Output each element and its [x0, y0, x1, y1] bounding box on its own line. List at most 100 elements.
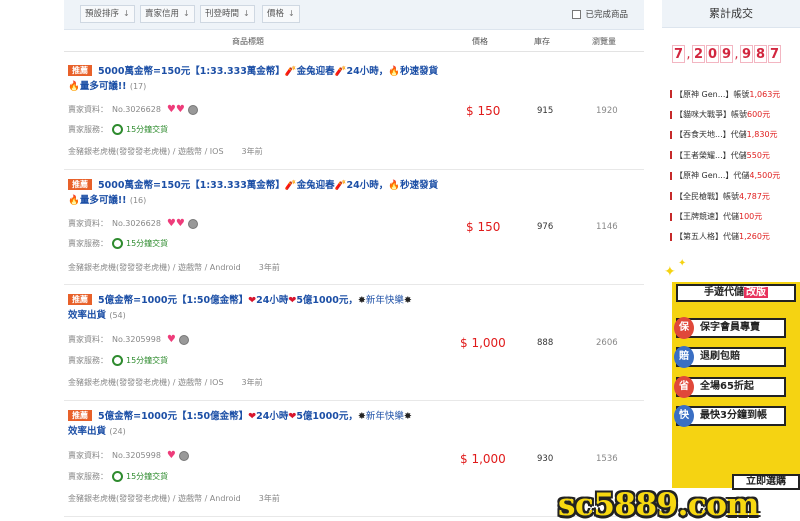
seller-number[interactable]: No.3205998 — [112, 451, 161, 460]
seller-number[interactable]: No.3026628 — [112, 219, 161, 228]
fire-icon: 🔥 — [68, 81, 80, 92]
title-part: 5億金幣=1000元【1:50億金幣】 — [98, 411, 249, 422]
listing-title-link[interactable]: 推薦 5億金幣=1000元【1:50億金幣】❤24小時❤5億1000元，✸新年快樂… — [68, 409, 440, 439]
txn-game: 【王牌競速】 — [675, 212, 723, 222]
title-part: 24小時 — [256, 411, 289, 422]
transaction-item[interactable]: 【吞食天地...】 代儲 1,830元 — [670, 125, 800, 145]
counter-digit: 7 — [768, 45, 781, 63]
sales-count: (24) — [109, 427, 126, 436]
sort-default-button[interactable]: 預設排序 ↓ — [80, 5, 135, 23]
posted-ago: 3年前 — [258, 263, 280, 272]
heart-icon: ❤ — [248, 411, 257, 422]
arrow-down-icon: ↓ — [243, 9, 250, 18]
feature-text: 保字會員專賣 — [700, 322, 760, 333]
completed-checkbox[interactable] — [572, 9, 582, 19]
clock-icon — [112, 471, 123, 482]
sort-bar: 預設排序 ↓ 賣家信用 ↓ 刊登時間 ↓ 價格 ↓ 已完成商品 — [64, 0, 644, 30]
col-title: 商品標題 — [232, 37, 264, 46]
seller-info: 賣家資料： No.3205998 ♥ — [68, 450, 189, 461]
transaction-item[interactable]: 【王牌競速】 代儲 100元 — [670, 206, 800, 226]
table-row[interactable]: 推薦 5億金幣=1000元【1:50億金幣】❤24小時❤5億1000元，✸新年快樂… — [64, 285, 644, 401]
firecracker-icon: 🧨 — [334, 66, 347, 77]
sort-price-button[interactable]: 價格 ↓ — [262, 5, 300, 23]
promo-banner[interactable]: ✦ ✦ 手遊代儲 改版 保保字會員專賣 賠退刷包賠 省全場65折起 快最快3分鐘到… — [662, 258, 800, 490]
seller-service-label: 賣家服務： — [68, 356, 108, 365]
title-part: 效率出貨 — [68, 310, 107, 321]
completed-filter[interactable]: 已完成商品 — [572, 8, 628, 20]
feature-badge: 賠 — [674, 346, 694, 368]
sort-label: 刊登時間 — [205, 9, 240, 19]
counter-digit: 2 — [692, 45, 705, 63]
listing-title-link[interactable]: 推薦 5億金幣=1000元【1:50億金幣】❤24小時❤5億1000元，✸新年快樂… — [68, 293, 440, 323]
price: $ 1,000 — [460, 336, 506, 350]
counter-digit: 7 — [672, 45, 685, 63]
txn-amount: 600元 — [747, 110, 771, 120]
transaction-item[interactable]: 【王者榮耀...】 代儲 550元 — [670, 145, 800, 165]
txn-game: 【王者榮耀...】 — [675, 150, 731, 160]
sort-date-button[interactable]: 刊登時間 ↓ — [200, 5, 255, 23]
heart-rating-icon: ♥ — [166, 450, 176, 461]
arrow-down-icon: ↓ — [288, 9, 295, 18]
clock-icon — [112, 238, 123, 249]
posted-ago: 3年前 — [258, 494, 280, 503]
posted-ago: 3年前 — [241, 378, 263, 387]
firecracker-icon: 🧨 — [284, 66, 297, 77]
burst-icon: ✸ — [403, 411, 412, 422]
seller-info: 賣家資料： No.3026628 ♥♥ — [68, 218, 198, 229]
transaction-item[interactable]: 【貓咪大戰爭】 帳號 600元 — [670, 104, 800, 124]
recommend-badge: 推薦 — [68, 65, 92, 76]
category-path[interactable]: 金豬銀老虎機(發發發老虎機) / 遊戲幣 / IOS — [68, 378, 224, 387]
title-part: 24小時， — [346, 66, 389, 77]
category-path[interactable]: 金豬銀老虎機(發發發老虎機) / 遊戲幣 / Android — [68, 263, 241, 272]
transaction-item[interactable]: 【全民槍戰】 帳號 4,787元 — [670, 186, 800, 206]
banner-feature: 賠退刷包賠 — [674, 346, 786, 368]
bullet-bar — [670, 171, 672, 180]
face-icon — [187, 104, 198, 115]
counter-separator: , — [734, 47, 739, 62]
txn-amount: 4,500元 — [749, 171, 781, 181]
seller-service-label: 賣家服務： — [68, 472, 108, 481]
fire-icon: 🔥 — [388, 180, 401, 191]
delivery-text: 15分鐘交貨 — [126, 239, 169, 248]
heart-icon: ❤ — [248, 295, 257, 306]
title-part: 新年快樂 — [365, 295, 404, 306]
txn-amount: 100元 — [739, 212, 763, 222]
transaction-item[interactable]: 【第五人格】 代儲 1,260元 — [670, 227, 800, 247]
txn-type: 代儲 — [730, 150, 747, 160]
recent-transactions: 【原神 Gen...】 帳號 1,063元 【貓咪大戰爭】 帳號 600元 【吞食天地.… — [670, 84, 800, 247]
transaction-item[interactable]: 【原神 Gen...】 帳號 1,063元 — [670, 84, 800, 104]
category-path[interactable]: 金豬銀老虎機(發發發老虎機) / 遊戲幣 / IOS — [68, 147, 224, 156]
table-row[interactable]: 推薦 5000萬金幣=150元【1:33.333萬金幣】🧨金兔迎春🧨24小時，🔥秒… — [64, 170, 644, 285]
txn-amount: 1,260元 — [739, 232, 770, 242]
banner-feature: 快最快3分鐘到帳 — [674, 405, 786, 427]
title-part: 5億1000元， — [296, 411, 358, 422]
col-views: 瀏覽量 — [592, 37, 616, 46]
title-part: 量多可議!! — [79, 81, 127, 92]
seller-number[interactable]: No.3026628 — [112, 105, 161, 114]
counter-digit: 9 — [720, 45, 733, 63]
listing-panel: 預設排序 ↓ 賣家信用 ↓ 刊登時間 ↓ 價格 ↓ 已完成商品 商品標題 價格 庫存 瀏… — [64, 0, 644, 521]
txn-type: 帳號 — [733, 89, 750, 99]
title-part: 秒速發貨 — [400, 180, 439, 191]
title-part: 24小時， — [346, 180, 389, 191]
recommend-badge: 推薦 — [68, 294, 92, 305]
table-row[interactable]: 推薦 5億金幣=1000元【1:50億金幣】❤24小時❤5億1000元，✸新年快樂… — [64, 401, 644, 517]
title-part: 金兔迎春 — [296, 66, 335, 77]
seller-number[interactable]: No.3205998 — [112, 335, 161, 344]
col-price: 價格 — [472, 37, 488, 46]
listing-title-link[interactable]: 推薦 5000萬金幣=150元【1:33.333萬金幣】🧨金兔迎春🧨24小時，🔥秒… — [68, 178, 440, 208]
seller-info: 賣家資料： No.3205998 ♥ — [68, 334, 189, 345]
firecracker-icon: 🧨 — [284, 180, 297, 191]
bullet-bar — [670, 130, 672, 139]
feature-text: 全場65折起 — [700, 381, 754, 392]
transaction-item[interactable]: 【原神 Gen...】 代儲 4,500元 — [670, 166, 800, 186]
table-row[interactable]: 推薦 5000萬金幣=150元【1:33.333萬金幣】🧨金兔迎春🧨24小時，🔥秒… — [64, 56, 644, 170]
title-part: 5億金幣=1000元【1:50億金幣】 — [98, 295, 249, 306]
sales-count: (17) — [129, 82, 147, 91]
title-part: 新年快樂 — [365, 411, 404, 422]
listing-title-link[interactable]: 推薦 5000萬金幣=150元【1:33.333萬金幣】🧨金兔迎春🧨24小時，🔥秒… — [68, 64, 440, 94]
category-path[interactable]: 金豬銀老虎機(發發發老虎機) / 遊戲幣 / Android — [68, 494, 241, 503]
posted-ago: 3年前 — [241, 147, 263, 156]
table-header: 商品標題 價格 庫存 瀏覽量 — [64, 30, 644, 52]
sort-credit-button[interactable]: 賣家信用 ↓ — [140, 5, 195, 23]
